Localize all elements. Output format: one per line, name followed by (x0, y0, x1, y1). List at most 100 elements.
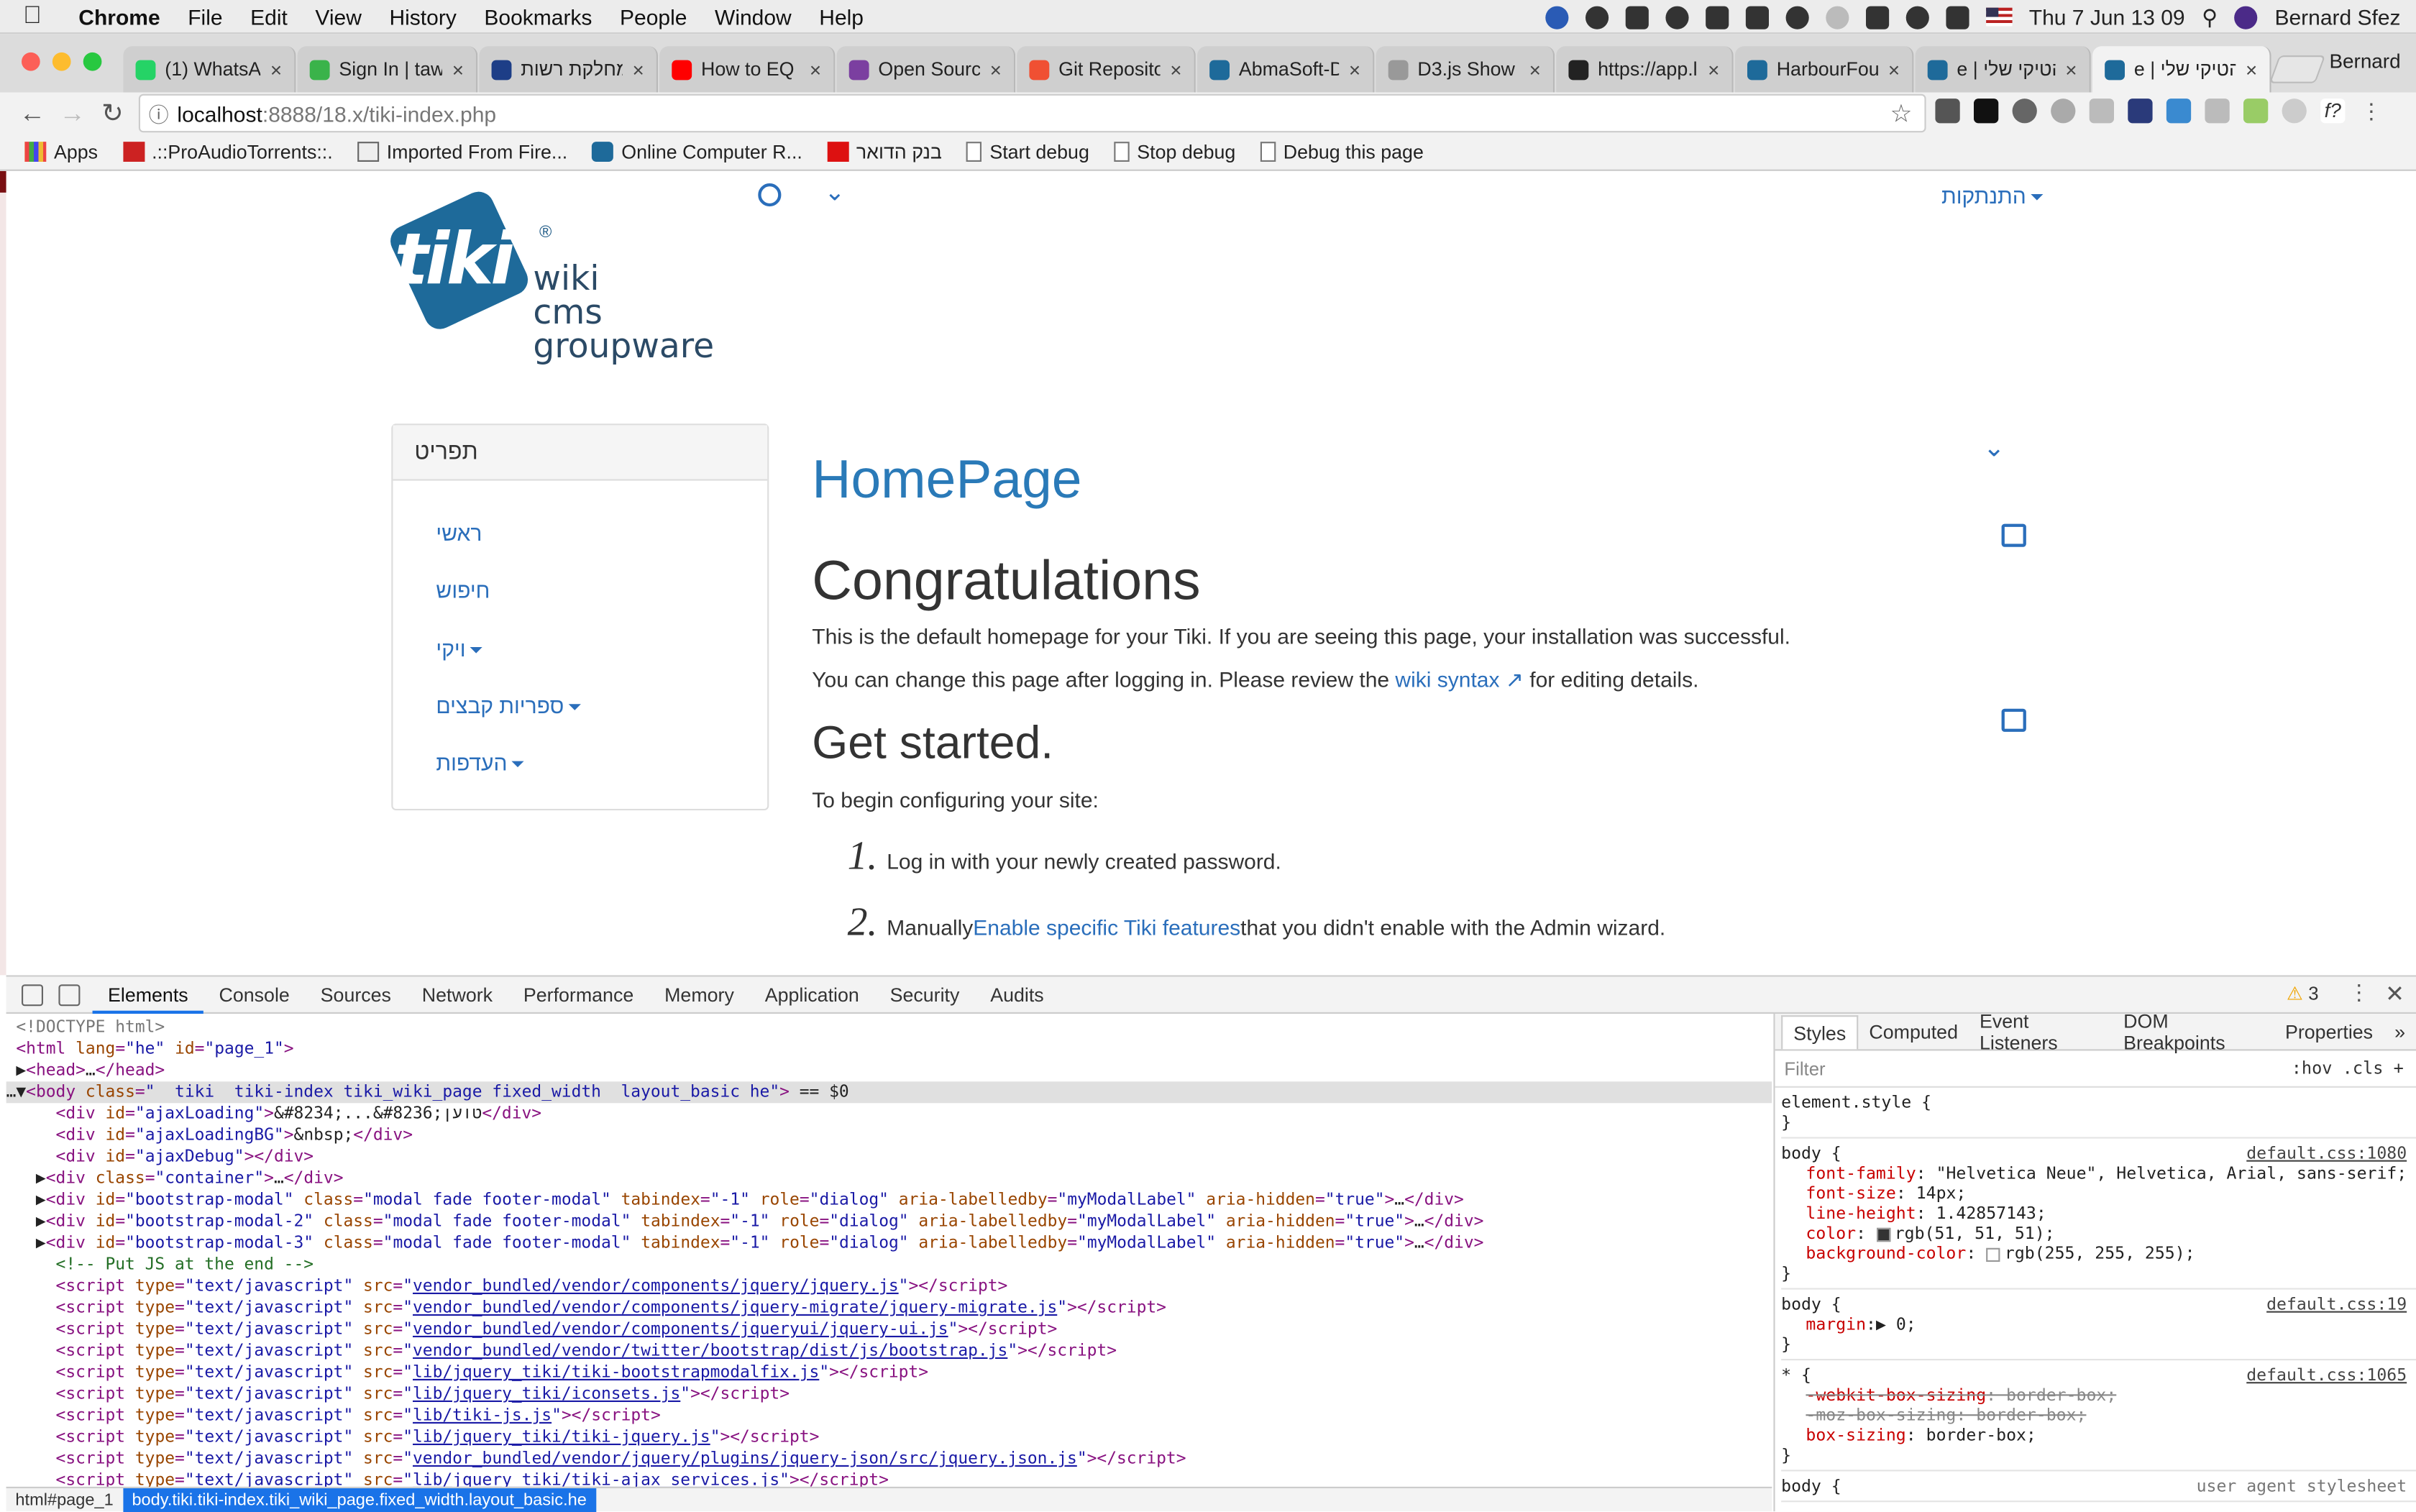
devtools-tab-performance[interactable]: Performance (508, 976, 649, 1013)
menu-item-wiki[interactable]: ויקי (436, 636, 483, 661)
info-icon[interactable] (1665, 5, 1689, 29)
devtools-tab-application[interactable]: Application (749, 976, 874, 1013)
bookmark-star-icon[interactable]: ☆ (1890, 98, 1913, 129)
dom-line[interactable]: <div id="ajaxDebug"></div> (6, 1146, 1772, 1168)
dom-line[interactable]: <script type="text/javascript" src="lib/… (6, 1362, 1772, 1383)
dom-line[interactable]: <div id="ajaxLoading">&#8234;...&#8236;ט… (6, 1103, 1772, 1124)
close-tab-icon[interactable]: × (452, 58, 464, 81)
devtools-menu-icon[interactable]: ⋮ (2348, 980, 2370, 1006)
dom-line[interactable]: <div id="ajaxLoadingBG">&nbsp;</div> (6, 1124, 1772, 1146)
wiki-syntax-link[interactable]: wiki syntax (1395, 667, 1499, 692)
menu-item-search[interactable]: חיפוש (436, 578, 490, 602)
browser-tab[interactable]: https://app.l × (1556, 46, 1734, 93)
bluetooth-icon[interactable] (1825, 5, 1849, 29)
browser-tab[interactable]: (1) WhatsApp × (123, 46, 296, 93)
back-arrow-icon[interactable]: ← (12, 98, 52, 129)
clock[interactable]: Thu 7 Jun 13 09 (2029, 4, 2185, 29)
menu-edit[interactable]: Edit (237, 4, 301, 28)
dom-line[interactable]: <!-- Put JS at the end --> (6, 1254, 1772, 1275)
styles-filter[interactable]: Filter :hov .cls + (1775, 1050, 2416, 1088)
close-tab-icon[interactable]: × (270, 58, 282, 81)
css-property[interactable]: box-sizing: border-box; (1781, 1425, 2416, 1445)
dom-line[interactable]: <html lang="he" id="page_1"> (6, 1038, 1772, 1060)
menu-bookmarks[interactable]: Bookmarks (470, 4, 606, 28)
user-avatar-icon[interactable] (2234, 5, 2258, 29)
app-status-icon[interactable] (1545, 5, 1569, 29)
dom-line[interactable]: ▶<div id="bootstrap-modal-2" class="moda… (6, 1211, 1772, 1232)
bookmark-item[interactable]: Stop debug (1114, 141, 1235, 162)
site-info-icon[interactable]: ⓘ (140, 98, 177, 128)
dom-line[interactable]: <!DOCTYPE html> (6, 1017, 1772, 1038)
minimize-window-icon[interactable] (52, 52, 71, 71)
extension-icon[interactable] (2051, 98, 2076, 124)
bookmark-item[interactable]: Start debug (966, 141, 1089, 162)
close-window-icon[interactable] (22, 52, 40, 71)
tab-overflow[interactable]: » (2384, 1021, 2416, 1043)
extension-icon[interactable] (1935, 98, 1960, 124)
style-rule[interactable]: default.css:19 body { margin:▶ 0; } (1781, 1290, 2416, 1361)
close-tab-icon[interactable]: × (2065, 58, 2077, 81)
extension-icon[interactable] (2089, 98, 2114, 124)
menu-history[interactable]: History (375, 4, 470, 28)
browser-tab[interactable]: מחלקת רשות × (479, 46, 658, 93)
logout-menu[interactable]: התנתקות (1941, 183, 2044, 208)
apple-icon[interactable]:  (0, 2, 65, 30)
dom-tree[interactable]: <!DOCTYPE html> <html lang="he" id="page… (6, 1017, 1772, 1488)
browser-tab[interactable]: e | הטיקי שלי × (2092, 46, 2271, 93)
function-extension-icon[interactable]: f? (2320, 98, 2346, 124)
style-rule[interactable]: user agent stylesheet body { (1781, 1471, 2416, 1503)
page-actions-chevron-icon[interactable]: ⌄ (1983, 433, 2005, 464)
device-toggle-icon[interactable] (58, 984, 81, 1006)
bookmark-apps[interactable]: Apps (24, 141, 98, 162)
css-property[interactable]: -moz-box-sizing: border-box; (1781, 1405, 2416, 1425)
wifi-icon[interactable] (1905, 5, 1929, 29)
browser-tab[interactable]: Sign In | tawk × (297, 46, 478, 93)
close-tab-icon[interactable]: × (2246, 58, 2257, 81)
tab-computed[interactable]: Computed (1858, 1021, 1969, 1043)
dom-line[interactable]: ▶<div class="container">…</div> (6, 1168, 1772, 1189)
devtools-tab-elements[interactable]: Elements (92, 976, 204, 1013)
dom-line[interactable]: ▶<head>…</head> (6, 1060, 1772, 1081)
tab-properties[interactable]: Properties (2274, 1021, 2384, 1043)
close-tab-icon[interactable]: × (632, 58, 644, 81)
css-property[interactable]: background-color: rgb(255, 255, 255); (1781, 1243, 2416, 1263)
menu-help[interactable]: Help (805, 4, 877, 28)
bookmark-item[interactable]: Online Computer R... (592, 141, 802, 162)
inspect-element-icon[interactable] (22, 984, 43, 1006)
new-tab-button[interactable] (2269, 55, 2326, 83)
devtools-tab-console[interactable]: Console (203, 976, 305, 1013)
dom-line[interactable]: <script type="text/javascript" src="vend… (6, 1448, 1772, 1470)
css-property[interactable]: font-size: 14px; (1781, 1183, 2416, 1204)
chevron-down-icon[interactable]: ⌄ (824, 177, 845, 208)
battery-icon[interactable] (1946, 5, 1969, 29)
extension-icon[interactable] (1974, 98, 1999, 124)
menu-window[interactable]: Window (701, 4, 805, 28)
us-flag-icon[interactable] (1985, 7, 2013, 27)
browser-tab[interactable]: How to EQ Kick × (659, 46, 836, 93)
screen-icon[interactable] (1745, 5, 1769, 29)
edit-section-icon[interactable] (2001, 708, 2026, 732)
edit-icon[interactable] (2001, 523, 2026, 547)
chrome-menu-icon[interactable]: ⋮ (2359, 98, 2384, 123)
breadcrumb-body[interactable]: body.tiki.tiki-index.tiki_wiki_page.fixe… (122, 1487, 596, 1512)
style-rule[interactable]: element.style { } (1781, 1088, 2416, 1139)
devtools-tab-memory[interactable]: Memory (649, 976, 750, 1013)
bookmark-folder[interactable]: Imported From Fire... (357, 141, 567, 162)
reload-icon[interactable]: ↻ (93, 98, 133, 129)
close-tab-icon[interactable]: × (1170, 58, 1181, 81)
tab-dom-breakpoints[interactable]: DOM Breakpoints (2113, 1014, 2274, 1053)
page-title[interactable]: HomePage (812, 450, 1081, 512)
extension-icon[interactable] (2243, 98, 2269, 124)
close-tab-icon[interactable]: × (1888, 58, 1900, 81)
bookmark-item[interactable]: Debug this page (1260, 141, 1424, 162)
extension-icon[interactable] (2012, 98, 2037, 124)
css-property[interactable]: font-family: "Helvetica Neue", Helvetica… (1781, 1163, 2416, 1183)
bookmark-item[interactable]: .::ProAudioTorrents::. (122, 141, 333, 162)
address-bar[interactable]: ⓘ localhost:8888/18.x/tiki-index.php ☆ (138, 93, 1926, 133)
menu-item-home[interactable]: ראשי (436, 521, 482, 545)
warnings-badge[interactable]: ⚠ 3 (2287, 983, 2319, 1004)
extension-icon[interactable] (2166, 98, 2192, 124)
rule-source-link[interactable]: default.css:19 (2266, 1294, 2407, 1314)
time-machine-icon[interactable] (1785, 5, 1809, 29)
browser-tab[interactable]: HarbourFour × (1734, 46, 1914, 93)
